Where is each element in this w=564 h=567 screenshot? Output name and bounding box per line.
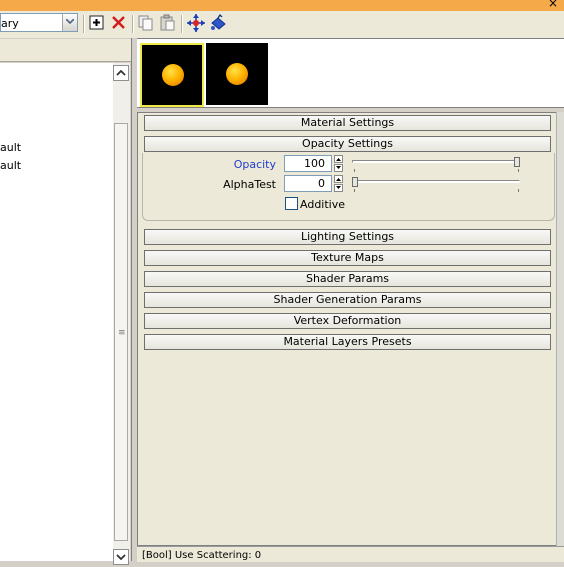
toolbar-separator bbox=[132, 15, 134, 33]
bucket-icon bbox=[211, 13, 226, 30]
scroll-up-button[interactable] bbox=[113, 65, 129, 81]
spin-down-icon[interactable] bbox=[334, 164, 343, 172]
crosshair-icon bbox=[187, 14, 205, 32]
toolbar-separator bbox=[83, 15, 85, 33]
rollup-opacity-settings[interactable]: Opacity Settings bbox=[144, 136, 551, 152]
add-icon bbox=[89, 15, 104, 30]
library-select[interactable]: ary bbox=[0, 13, 78, 32]
additive-checkbox[interactable] bbox=[285, 197, 298, 210]
toolbar-separator bbox=[181, 15, 183, 33]
add-material-button[interactable] bbox=[87, 13, 107, 33]
assign-material-button[interactable] bbox=[208, 13, 228, 33]
spin-up-icon[interactable] bbox=[334, 175, 343, 183]
alphatest-spinner[interactable] bbox=[334, 175, 344, 192]
delete-material-button[interactable] bbox=[109, 13, 129, 33]
opacity-slider-thumb[interactable] bbox=[514, 157, 520, 167]
opacity-settings-group bbox=[142, 153, 555, 221]
chevron-down-icon[interactable] bbox=[62, 14, 77, 31]
rollup-shader-params[interactable]: Shader Params bbox=[144, 271, 551, 287]
sphere-preview bbox=[162, 64, 184, 86]
material-preview-thumbnail-selected[interactable] bbox=[140, 43, 204, 107]
slider-tick bbox=[518, 169, 519, 172]
copy-button[interactable] bbox=[136, 13, 156, 33]
alphatest-slider-thumb[interactable] bbox=[352, 177, 358, 187]
spin-up-icon[interactable] bbox=[334, 155, 343, 163]
chevron-up-icon bbox=[116, 69, 126, 76]
delete-icon bbox=[112, 16, 125, 29]
tree-item[interactable]: ault bbox=[0, 141, 21, 154]
rollup-lighting-settings[interactable]: Lighting Settings bbox=[144, 229, 551, 245]
rollup-material-settings[interactable]: Material Settings bbox=[144, 115, 551, 131]
slider-tick bbox=[518, 189, 519, 192]
material-tree-header bbox=[0, 39, 131, 62]
close-icon[interactable]: × bbox=[548, 0, 558, 10]
sphere-preview bbox=[226, 63, 248, 85]
rollup-vertex-deformation[interactable]: Vertex Deformation bbox=[144, 313, 551, 329]
opacity-label: Opacity bbox=[233, 158, 276, 171]
chevron-down-icon bbox=[116, 554, 126, 561]
copy-icon bbox=[138, 15, 153, 31]
scroll-down-button[interactable] bbox=[113, 549, 129, 565]
rollup-material-layers-presets[interactable]: Material Layers Presets bbox=[144, 334, 551, 350]
rollup-shader-generation-params[interactable]: Shader Generation Params bbox=[144, 292, 551, 308]
material-preview-thumbnail[interactable] bbox=[206, 43, 268, 105]
alphatest-label: AlphaTest bbox=[223, 178, 276, 191]
material-tree-scrollbar[interactable]: ≡ bbox=[113, 63, 130, 565]
slider-tick bbox=[354, 189, 355, 192]
library-select-value: ary bbox=[1, 17, 19, 30]
additive-label: Additive bbox=[300, 198, 345, 211]
opacity-spinner[interactable] bbox=[334, 155, 344, 172]
opacity-slider-track[interactable] bbox=[352, 160, 520, 163]
paste-icon bbox=[160, 14, 175, 31]
spin-down-icon[interactable] bbox=[334, 184, 343, 192]
paste-button[interactable] bbox=[158, 13, 178, 33]
slider-tick bbox=[354, 169, 355, 172]
rollup-texture-maps[interactable]: Texture Maps bbox=[144, 250, 551, 266]
material-tree-list[interactable]: ault ault bbox=[0, 63, 113, 561]
opacity-value-field[interactable]: 100 bbox=[284, 155, 332, 172]
tree-item[interactable]: ault bbox=[0, 159, 21, 172]
material-preview-strip bbox=[137, 38, 564, 108]
scroll-thumb[interactable]: ≡ bbox=[114, 123, 128, 541]
alphatest-slider-track[interactable] bbox=[352, 180, 520, 183]
pick-material-button[interactable] bbox=[186, 13, 206, 33]
grip-icon: ≡ bbox=[118, 328, 126, 338]
alphatest-value-field[interactable]: 0 bbox=[284, 175, 332, 192]
status-text: [Bool] Use Scattering: 0 bbox=[142, 550, 262, 561]
properties-scrollbar[interactable] bbox=[556, 112, 564, 546]
status-bar: [Bool] Use Scattering: 0 bbox=[137, 546, 564, 562]
